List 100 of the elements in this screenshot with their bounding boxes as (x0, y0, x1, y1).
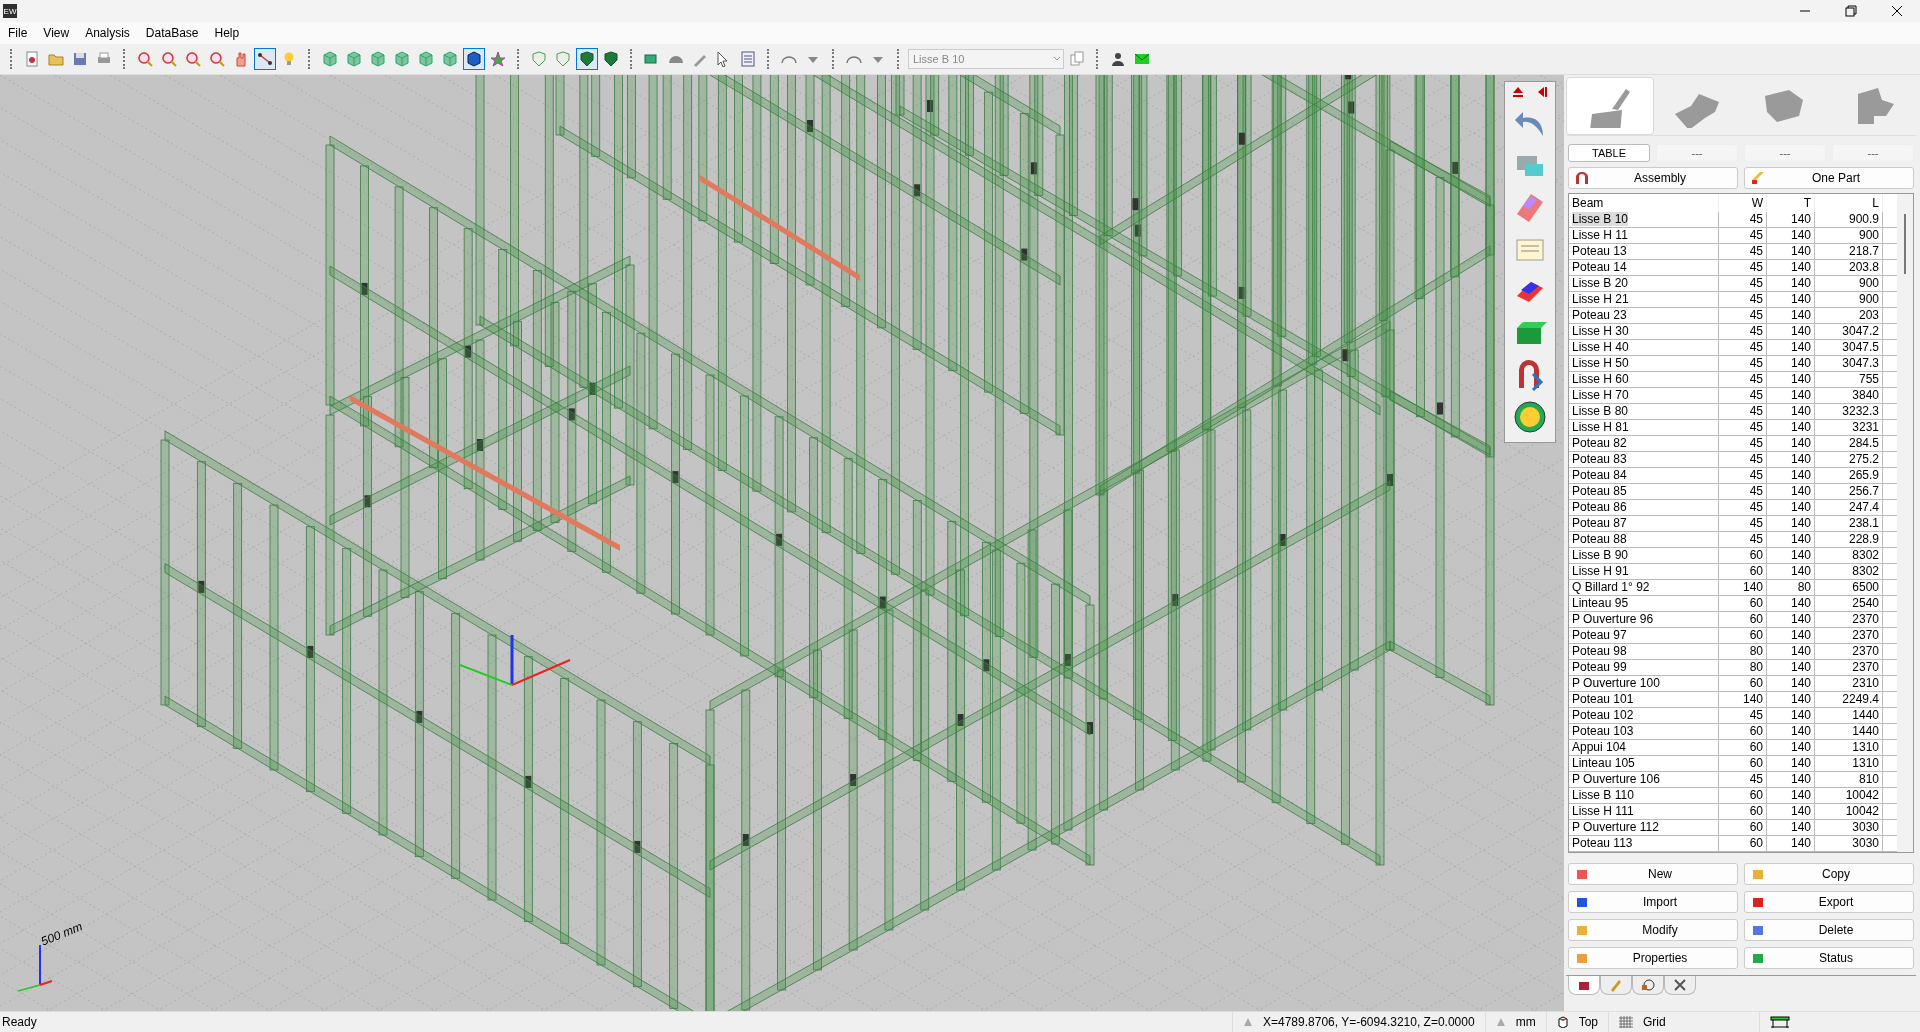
menu-item[interactable]: Analysis (77, 26, 138, 40)
beam-name[interactable]: Poteau 103 (1572, 724, 1634, 738)
beam-name[interactable]: Lisse H 60 (1572, 372, 1629, 386)
table-cell[interactable]: Poteau 88 (1569, 532, 1719, 547)
beam-name[interactable]: Lisse H 40 (1572, 340, 1629, 354)
table-cell[interactable]: Poteau 86 (1569, 500, 1719, 515)
beam-name[interactable]: Poteau 99 (1572, 660, 1627, 674)
menu-item[interactable]: View (35, 26, 78, 40)
action-button[interactable]: New (1568, 863, 1738, 885)
view-tab[interactable]: --- (1656, 144, 1738, 162)
category-tab[interactable] (1566, 77, 1654, 135)
table-cell[interactable]: Lisse B 20 (1569, 276, 1719, 291)
beam-name[interactable]: Appui 104 (1572, 740, 1627, 754)
table-cell[interactable]: Q Billard 1° 92 (1569, 580, 1719, 595)
tool-tab[interactable] (1664, 976, 1696, 995)
tool-tab[interactable] (1632, 976, 1664, 995)
table-cell[interactable]: Poteau 99 (1569, 660, 1719, 675)
table-cell[interactable]: Lisse B 10 (1569, 212, 1719, 227)
beam-name[interactable]: Poteau 84 (1572, 468, 1627, 482)
scrollbar[interactable] (1897, 194, 1913, 852)
beam-name[interactable]: Lisse H 11 (1572, 228, 1628, 242)
table-cell[interactable]: P Ouverture 106 (1569, 772, 1719, 787)
table-cell[interactable]: Linteau 105 (1569, 756, 1719, 771)
beam-name[interactable]: P Ouverture 112 (1572, 820, 1659, 834)
gizmo-axes-drawing[interactable] (459, 635, 571, 686)
table-cell[interactable]: Lisse B 80 (1569, 404, 1719, 419)
beam-name[interactable]: Poteau 101 (1572, 692, 1634, 706)
beam-name[interactable]: Lisse B 10 (1572, 212, 1629, 226)
beam-name[interactable]: Poteau 83 (1572, 452, 1627, 466)
beam-name[interactable]: Poteau 102 (1572, 708, 1634, 722)
table-cell[interactable]: P Ouverture 96 (1569, 612, 1719, 627)
table-cell[interactable]: Poteau 103 (1569, 724, 1719, 739)
beam-name[interactable]: Linteau 105 (1572, 756, 1635, 770)
view-tab[interactable]: --- (1832, 144, 1914, 162)
eject-icon[interactable] (1512, 86, 1524, 98)
table-cell[interactable]: P Ouverture 100 (1569, 676, 1719, 691)
beam-name[interactable]: Linteau 95 (1572, 596, 1629, 610)
beam-name[interactable]: Poteau 86 (1572, 500, 1627, 514)
scroll-thumb[interactable] (1904, 214, 1906, 274)
action-button[interactable]: Modify (1568, 919, 1738, 941)
beam-name[interactable]: Poteau 23 (1572, 308, 1627, 322)
beam-name[interactable]: P Ouverture 96 (1572, 612, 1654, 626)
table-cell[interactable]: Poteau 82 (1569, 436, 1719, 451)
table-cell[interactable]: Lisse H 11 (1569, 228, 1719, 243)
beam-name[interactable]: Lisse B 110 (1572, 788, 1634, 802)
beam-name[interactable]: Poteau 14 (1572, 260, 1627, 274)
table-cell[interactable]: Appui 104 (1569, 740, 1719, 755)
beam-name[interactable]: Poteau 98 (1572, 644, 1627, 658)
table-cell[interactable]: Poteau 83 (1569, 452, 1719, 467)
view-tab[interactable]: TABLE (1568, 144, 1650, 162)
toolbar-button[interactable] (254, 48, 276, 70)
table-cell[interactable]: Linteau 95 (1569, 596, 1719, 611)
beam-name[interactable]: Poteau 85 (1572, 484, 1627, 498)
beam-name[interactable]: Lisse H 21 (1572, 292, 1629, 306)
beam-name[interactable]: P Ouverture 100 (1572, 676, 1660, 690)
table-cell[interactable]: Poteau 97 (1569, 628, 1719, 643)
column-header[interactable]: W (1719, 194, 1767, 212)
beam-name[interactable]: Lisse H 81 (1572, 420, 1629, 434)
toolbar-button[interactable] (576, 48, 598, 70)
table-cell[interactable]: Lisse H 70 (1569, 388, 1719, 403)
table-cell[interactable]: Poteau 13 (1569, 244, 1719, 259)
beam-name[interactable]: Poteau 113 (1572, 836, 1633, 850)
table-cell[interactable]: Poteau 113 (1569, 836, 1719, 851)
beam-name[interactable]: Q Billard 1° 92 (1572, 580, 1650, 594)
table-cell[interactable]: Poteau 23 (1569, 308, 1719, 323)
table-cell[interactable]: Poteau 85 (1569, 484, 1719, 499)
toolbar-button[interactable] (463, 48, 485, 70)
column-header[interactable]: T (1767, 194, 1815, 212)
mode-button[interactable]: One Part (1744, 167, 1914, 189)
beam-name[interactable]: Lisse H 91 (1572, 564, 1629, 578)
beam-name[interactable]: Lisse H 70 (1572, 388, 1629, 402)
beam-name[interactable]: Poteau 87 (1572, 516, 1627, 530)
beam-name[interactable]: Poteau 82 (1572, 436, 1627, 450)
beam-name[interactable]: Lisse H 50 (1572, 356, 1629, 370)
menu-item[interactable]: Help (206, 26, 248, 40)
table-cell[interactable]: Poteau 14 (1569, 260, 1719, 275)
column-header[interactable]: L (1815, 194, 1883, 212)
beam-name[interactable]: Lisse B 90 (1572, 548, 1629, 562)
action-button[interactable]: Copy (1744, 863, 1914, 885)
table-cell[interactable]: Poteau 101 (1569, 692, 1719, 707)
table-cell[interactable]: Lisse H 81 (1569, 420, 1719, 435)
table-cell[interactable]: Lisse H 60 (1569, 372, 1719, 387)
table-cell[interactable]: Lisse H 111 (1569, 804, 1719, 819)
table-cell[interactable]: Poteau 98 (1569, 644, 1719, 659)
menu-item[interactable]: DataBase (137, 26, 207, 40)
beam-name[interactable]: P Ouverture 106 (1572, 772, 1660, 786)
beam-name[interactable]: Lisse B 80 (1572, 404, 1629, 418)
collapse-icon[interactable] (1536, 86, 1548, 98)
table-cell[interactable]: Lisse H 50 (1569, 356, 1719, 371)
table-cell[interactable]: Lisse H 91 (1569, 564, 1719, 579)
mode-button[interactable]: Assembly (1568, 167, 1738, 189)
table-cell[interactable]: Poteau 102 (1569, 708, 1719, 723)
beam-name[interactable]: Lisse B 20 (1572, 276, 1629, 290)
table-cell[interactable]: Lisse H 30 (1569, 324, 1719, 339)
menu-item[interactable]: File (0, 26, 36, 40)
action-button[interactable]: Import (1568, 891, 1738, 913)
table-cell[interactable]: P Ouverture 112 (1569, 820, 1719, 835)
beam-name[interactable]: Lisse H 111 (1572, 804, 1634, 818)
table-cell[interactable]: Lisse H 40 (1569, 340, 1719, 355)
action-button[interactable]: Status (1744, 947, 1914, 969)
